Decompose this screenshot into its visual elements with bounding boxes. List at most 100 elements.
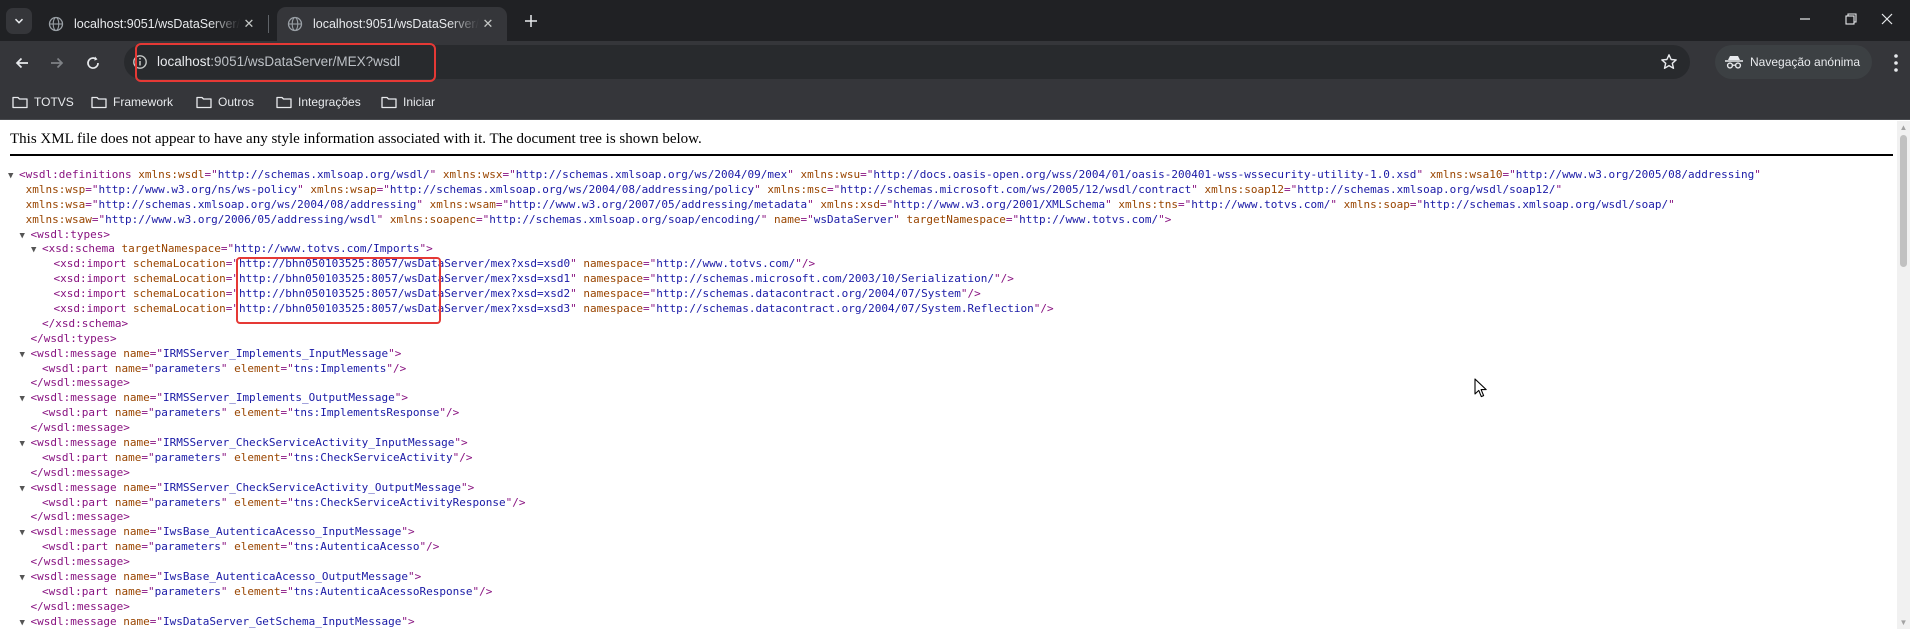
bookmark-label: Iniciar [403,95,436,109]
xml-tag: /> [1040,302,1054,316]
tab-title: localhost:9051/wsDataServer/MEX?wsdl [313,17,479,31]
xml-attribute-name: element [234,361,281,375]
back-button[interactable] [6,47,38,79]
xml-attribute-value: IRMSServer_CheckServiceActivity_OutputMe… [162,480,461,494]
scroll-down-arrow-icon[interactable]: ▼ [1899,618,1908,627]
xml-attribute-name: namespace [583,287,643,301]
xml-attribute-value: http://schemas.xmlsoap.org/wsdl/soap/ [1423,197,1669,211]
bookmark-star-icon[interactable] [1660,53,1678,71]
xml-tag: > [401,391,409,405]
xml-attribute-name: targetNamespace [906,212,1006,226]
collapse-toggle-icon[interactable]: ▼ [31,243,42,258]
xml-tag: /> [967,287,981,301]
bookmark-folder-iniciar[interactable]: Iniciar [381,91,435,113]
minimize-button[interactable] [1782,0,1828,41]
xml-attribute-name: targetNamespace [121,242,221,256]
reload-button[interactable] [77,47,109,79]
xml-attribute-name: name [123,480,150,494]
xml-tag: <wsdl:message [30,570,117,584]
xml-attribute-value: tns:ImplementsResponse [293,406,440,420]
xml-tag: <xsd:schema [42,242,115,256]
bookmark-folder-outros[interactable]: Outros [196,91,254,113]
xml-attribute-name: name [774,212,801,226]
xml-attribute-value: IRMSServer_Implements_InputMessage [162,346,389,360]
xml-tag: </wsdl:message> [30,555,130,569]
xml-attribute-value: IRMSServer_CheckServiceActivity_InputMes… [162,436,455,450]
xml-attribute-value: http://www.w3.org/2006/05/addressing/wsd… [105,212,377,226]
tab-close-icon[interactable]: ✕ [240,16,258,32]
xml-tag: <xsd:import [53,257,127,271]
xml-line: xmlns:wsaw="http://www.w3.org/2006/05/ad… [25,212,1172,226]
xml-line: </wsdl:types> [8,332,1897,347]
xml-attribute-value: http://schemas.xmlsoap.org/ws/2004/08/ad… [98,197,417,211]
collapse-toggle-icon[interactable]: ▼ [20,571,31,586]
xml-attribute-name: xmlns:wsa10 [1429,168,1503,181]
xml-tag: </wsdl:message> [30,421,130,435]
xml-attribute-value: IwsBase_AutenticaAcesso_InputMessage [162,525,402,539]
scrollbar-thumb[interactable] [1900,135,1907,267]
xml-line: ▼ <xsd:schema targetNamespace="http://www… [8,242,1897,257]
xml-tag: /> [446,406,460,420]
xml-attribute-value: parameters [154,450,221,464]
bookmark-folder-integracoes[interactable]: Integrações [276,91,361,113]
collapse-toggle-icon[interactable]: ▼ [20,616,31,629]
tab-inactive[interactable]: localhost:9051/wsDataServer/MEX?wsdl ✕ [38,7,268,41]
xml-tag: <xsd:import [53,272,127,286]
close-icon [1881,13,1893,25]
incognito-indicator[interactable]: Navegação anónima [1715,45,1873,79]
collapse-toggle-icon[interactable]: ▼ [20,229,31,244]
tab-active[interactable]: localhost:9051/wsDataServer/MEX?wsdl ✕ [277,7,507,41]
tab-search-button[interactable] [6,8,32,34]
xml-attribute-value: http://www.totvs.com/ [656,257,796,271]
plus-icon [525,15,537,27]
collapse-toggle-icon[interactable]: ▼ [20,437,31,452]
collapse-toggle-icon[interactable]: ▼ [20,348,31,363]
xml-attribute-value: IwsDataServer_GetSchema_InputMessage [162,614,402,628]
xml-attribute-name: name [114,540,142,554]
divider [10,154,1893,156]
collapse-toggle-icon[interactable]: ▼ [20,526,31,541]
xml-line: xmlns:wsa="http://schemas.xmlsoap.org/ws… [25,197,1675,211]
xml-attribute-name: name [123,570,150,584]
bookmark-folder-framework[interactable]: Framework [91,91,173,113]
xml-line: <wsdl:part name="parameters" element="tn… [42,450,473,464]
xml-tag: <wsdl:part [42,361,109,375]
xml-tag: </wsdl:types> [30,331,117,345]
collapse-toggle-icon[interactable]: ▼ [8,169,19,184]
menu-kebab-icon[interactable] [1886,51,1906,75]
xml-tag: /> [512,495,526,509]
new-tab-button[interactable] [518,8,544,34]
reload-icon [87,56,99,69]
xml-attribute-name: xmlns:wsp [25,182,86,196]
vertical-scrollbar[interactable]: ▲ ▼ [1897,121,1910,629]
xml-tag: <wsdl:message [30,391,117,405]
xml-attribute-name: xmlns:msc [767,182,828,196]
xml-line: ▼ <wsdl:message name="IRMSServer_Implemen… [8,391,1897,406]
xml-tag: <wsdl:part [42,540,109,554]
xml-attribute-name: element [234,406,281,420]
collapse-toggle-icon[interactable]: ▼ [20,482,31,497]
xml-attribute-name: name [123,525,150,539]
xml-attribute-name: schemaLocation [132,302,226,316]
collapse-toggle-icon[interactable]: ▼ [20,392,31,407]
folder-icon [91,96,107,109]
bookmark-label: Outros [218,95,255,109]
xml-attribute-name: name [114,495,142,509]
folder-icon [276,96,292,109]
chevron-down-icon [14,18,24,24]
xml-tag: > [414,570,422,584]
xml-attribute-name: xmlns:wsx [442,168,503,181]
scroll-up-arrow-icon[interactable]: ▲ [1899,123,1908,132]
xml-line: ▼ <wsdl:message name="IRMSServer_Implemen… [8,347,1897,362]
tab-close-icon[interactable]: ✕ [479,16,497,32]
xml-attribute-name: name [123,436,150,450]
xml-tag: <wsdl:part [42,450,109,464]
schema-location-highlight-annotation [236,257,441,324]
bookmark-label: Framework [113,95,174,109]
url-highlight-annotation [135,43,436,82]
tab-strip: localhost:9051/wsDataServer/MEX?wsdl ✕ l… [0,0,1910,41]
close-window-button[interactable] [1864,0,1910,41]
forward-button[interactable] [41,47,73,79]
xml-line: ▼ <wsdl:message name="IwsDataServer_GetSc… [8,615,1897,629]
bookmark-folder-totvs[interactable]: TOTVS [12,91,74,113]
